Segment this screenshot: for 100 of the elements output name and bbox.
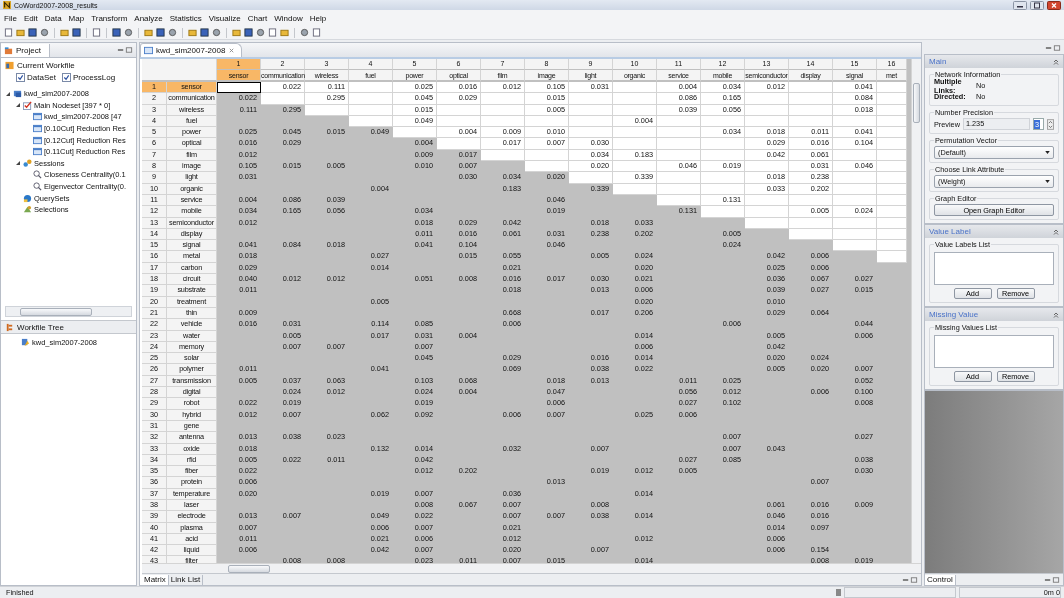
progress-indicator xyxy=(836,589,841,596)
table-cell xyxy=(613,183,657,195)
table-cell xyxy=(877,251,907,263)
table-cell xyxy=(657,183,701,195)
vertical-scrollbar[interactable] xyxy=(911,59,921,563)
collapse-icon[interactable] xyxy=(1053,58,1059,65)
folder-icon[interactable] xyxy=(16,28,25,37)
people-icon xyxy=(23,158,32,168)
table-cell xyxy=(877,183,907,195)
menu-item[interactable]: Transform xyxy=(91,13,128,23)
spinner-arrows-icon[interactable] xyxy=(1047,118,1054,130)
table-cell xyxy=(613,138,657,150)
table-cell xyxy=(657,127,701,139)
horizontal-scrollbar[interactable] xyxy=(5,306,132,317)
menu-item[interactable]: Window xyxy=(274,13,303,23)
table-cell xyxy=(745,206,789,218)
menu-item[interactable]: File xyxy=(4,13,17,23)
section-title: Value Label xyxy=(929,227,971,236)
table-cell xyxy=(613,104,657,116)
document-icon[interactable] xyxy=(4,28,13,37)
table-cell xyxy=(877,93,907,105)
window-icon[interactable] xyxy=(72,28,81,37)
table-cell xyxy=(305,104,349,116)
table-cell xyxy=(877,138,907,150)
table-cell xyxy=(833,183,877,195)
horizontal-scrollbar[interactable] xyxy=(142,563,921,573)
table-cell xyxy=(877,217,907,229)
table-cell xyxy=(745,161,789,173)
table-cell xyxy=(877,172,907,184)
menu-item[interactable]: Statistics xyxy=(169,13,202,23)
table-cell xyxy=(701,138,745,150)
table-cell xyxy=(349,104,393,116)
menu-item[interactable]: Chart xyxy=(247,13,268,23)
view-tab[interactable]: Link List xyxy=(168,574,204,585)
checkbox-label[interactable]: ProcessLog xyxy=(72,73,116,82)
minimize-maximize-icon[interactable] xyxy=(902,575,918,584)
view-tab[interactable]: Matrix xyxy=(142,574,169,585)
table-cell xyxy=(833,172,877,184)
checkbox[interactable] xyxy=(16,73,25,82)
table-cell xyxy=(745,93,789,105)
menu-item[interactable]: Data xyxy=(44,13,62,23)
collapse-icon[interactable] xyxy=(1053,228,1059,235)
project-tab[interactable]: Project xyxy=(1,43,50,57)
minimize-maximize-icon[interactable] xyxy=(117,46,133,54)
table-cell xyxy=(789,82,833,94)
globe-icon xyxy=(23,193,32,203)
menu-item[interactable]: Analyze xyxy=(134,13,163,23)
minimize-maximize-icon[interactable] xyxy=(1045,44,1061,52)
menu-item[interactable]: Help xyxy=(309,13,327,23)
table-cell xyxy=(833,217,877,229)
menu-item[interactable]: Edit xyxy=(23,13,38,23)
section-header[interactable]: Main xyxy=(925,55,1063,68)
table-cell xyxy=(525,161,569,173)
expanded-arrow-icon[interactable] xyxy=(5,90,11,97)
table-cell xyxy=(877,206,907,218)
table-cell xyxy=(789,93,833,105)
workfile-icon xyxy=(5,61,14,70)
table-cell xyxy=(789,104,833,116)
section-header[interactable]: Missing Value xyxy=(925,308,1063,321)
table-cell xyxy=(569,172,613,184)
checkbox-label[interactable]: DataSet xyxy=(27,73,56,82)
table-cell xyxy=(657,138,701,150)
checkbox[interactable] xyxy=(61,73,71,82)
table-cell xyxy=(569,93,613,105)
control-tab[interactable]: Control xyxy=(925,574,956,585)
table-cell xyxy=(437,138,481,150)
editor-tab[interactable]: kwd_sim2007-2008 xyxy=(140,43,243,57)
database-icon xyxy=(13,89,22,99)
table-cell xyxy=(701,183,745,195)
table-cell xyxy=(569,104,613,116)
table-cell xyxy=(613,82,657,94)
expanded-arrow-icon[interactable] xyxy=(15,102,21,109)
section-title: Missing Value xyxy=(929,310,979,319)
table-cell xyxy=(217,82,261,94)
collapse-icon[interactable] xyxy=(1053,311,1059,318)
table-cell xyxy=(877,161,907,173)
section-header[interactable]: Value Label xyxy=(925,225,1063,238)
table-cell xyxy=(789,217,833,229)
table-cell xyxy=(877,82,907,94)
workfile-label: Current Workfile xyxy=(17,61,75,70)
database-icon xyxy=(21,338,30,348)
maximize-icon[interactable] xyxy=(1030,0,1044,10)
table-cell xyxy=(349,93,393,105)
table-cell xyxy=(481,93,525,105)
menu-item[interactable]: Visualize xyxy=(208,13,241,23)
minimize-icon[interactable] xyxy=(1013,0,1027,10)
close-icon[interactable] xyxy=(1047,0,1061,10)
table-cell xyxy=(745,217,789,229)
menu-item[interactable]: Map xyxy=(68,13,85,23)
caret-icon xyxy=(1045,180,1050,183)
folder-icon xyxy=(4,45,13,55)
table-cell xyxy=(877,127,907,139)
table-cell xyxy=(701,206,745,218)
table-cell xyxy=(613,93,657,105)
table-cell xyxy=(745,104,789,116)
table-cell xyxy=(833,240,877,252)
tree-icon xyxy=(5,322,14,332)
table-cell xyxy=(261,93,305,105)
minimize-maximize-icon[interactable] xyxy=(1044,575,1060,584)
expanded-arrow-icon[interactable] xyxy=(15,160,21,167)
